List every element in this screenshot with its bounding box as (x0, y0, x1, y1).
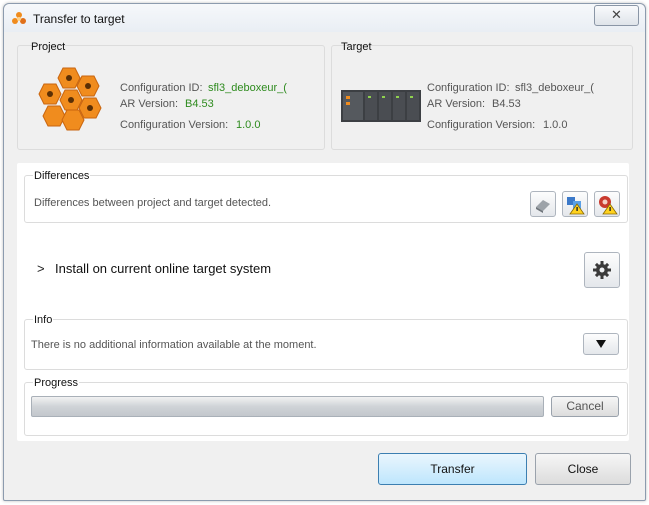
transfer-button[interactable]: Transfer (378, 453, 527, 485)
project-config-ver-value: 1.0.0 (236, 119, 261, 131)
target-ar-label: AR Version: (427, 98, 486, 110)
target-config-id-label: Configuration ID: (427, 82, 510, 94)
gear-icon (593, 261, 611, 279)
target-group: Target Configuration ID: sfl3_deboxeur_(… (331, 41, 633, 150)
project-ar-label: AR Version: (120, 98, 179, 110)
close-button[interactable]: Close (535, 453, 631, 485)
info-message: There is no additional information avail… (31, 339, 317, 351)
project-config-id-value: sfl3_deboxeur_( (208, 82, 287, 94)
target-config-ver-value: 1.0.0 (543, 119, 568, 131)
config-warning-button[interactable] (594, 191, 620, 217)
project-hexagons-icon (38, 67, 102, 131)
transfer-button-label: Transfer (430, 462, 475, 476)
info-expand-button[interactable] (583, 333, 619, 355)
title-bar: Transfer to target ✕ (4, 4, 645, 32)
target-config-id-value: sfl3_deboxeur_( (515, 82, 594, 94)
project-group: Project Configuration ID: sfl3_deboxeur_… (17, 41, 325, 150)
install-settings-button[interactable] (584, 252, 620, 288)
cancel-button[interactable]: Cancel (551, 396, 619, 417)
target-config-ver-label: Configuration Version: (427, 119, 536, 131)
project-config-ver-label: Configuration Version: (120, 119, 229, 131)
software-warning-icon (567, 197, 585, 215)
plc-hardware-icon (341, 90, 421, 122)
close-button-label: Close (567, 462, 599, 476)
project-config-id-label: Configuration ID: (120, 82, 203, 94)
project-ar-value: B4.53 (185, 98, 214, 110)
info-label: Info (33, 314, 54, 326)
differences-group: Differences Differences between project … (24, 170, 628, 223)
close-icon: ✕ (611, 7, 622, 22)
triangle-down-icon (596, 340, 606, 348)
progress-label: Progress (33, 377, 80, 389)
project-label: Project (31, 41, 66, 53)
progress-group: Progress Cancel (24, 377, 628, 436)
hardware-diff-icon (536, 200, 550, 213)
progress-bar (31, 396, 544, 417)
target-ar-value: B4.53 (492, 98, 521, 110)
cancel-button-label: Cancel (566, 399, 604, 413)
app-logo-icon (12, 12, 26, 24)
hardware-diff-button[interactable] (530, 191, 556, 217)
config-warning-icon (599, 196, 618, 215)
info-group: Info There is no additional information … (24, 314, 628, 370)
target-label: Target (341, 41, 372, 53)
close-window-button[interactable]: ✕ (594, 5, 639, 26)
install-chevron-icon[interactable]: > (37, 261, 45, 276)
software-warning-button[interactable] (562, 191, 588, 217)
differences-label: Differences (33, 170, 91, 182)
window-title: Transfer to target (33, 12, 125, 26)
install-text[interactable]: Install on current online target system (55, 261, 271, 276)
differences-message: Differences between project and target d… (34, 197, 272, 209)
